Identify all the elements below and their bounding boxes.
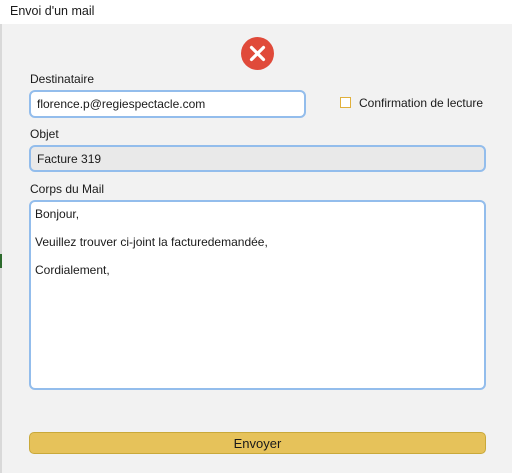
- body-line: Bonjour,: [35, 207, 80, 221]
- left-edge-divider: [0, 24, 2, 473]
- body-textarea[interactable]: Bonjour, Veuillez trouver ci-joint la fa…: [29, 200, 486, 390]
- body-line: Cordialement,: [35, 263, 110, 277]
- send-button[interactable]: Envoyer: [29, 432, 486, 454]
- subject-label: Objet: [30, 127, 59, 141]
- body-line: [35, 249, 480, 263]
- read-receipt-checkbox[interactable]: [340, 97, 351, 108]
- subject-input[interactable]: Facture 319: [29, 145, 486, 172]
- send-button-label: Envoyer: [233, 435, 282, 451]
- window-titlebar: Envoi d'un mail: [0, 0, 512, 24]
- read-receipt-label: Confirmation de lecture: [359, 96, 484, 110]
- left-edge-marker: [0, 254, 2, 268]
- body-label: Corps du Mail: [30, 182, 105, 196]
- recipient-label: Destinataire: [30, 72, 95, 86]
- window-title: Envoi d'un mail: [10, 4, 95, 18]
- recipient-value: florence.p@regiespectacle.com: [37, 97, 206, 111]
- subject-value: Facture 319: [37, 151, 102, 166]
- close-button[interactable]: [241, 37, 274, 70]
- close-icon: [249, 45, 266, 62]
- body-line: [35, 221, 480, 235]
- body-line: Veuillez trouver ci-joint la facturedema…: [35, 235, 268, 249]
- recipient-input[interactable]: florence.p@regiespectacle.com: [29, 90, 306, 118]
